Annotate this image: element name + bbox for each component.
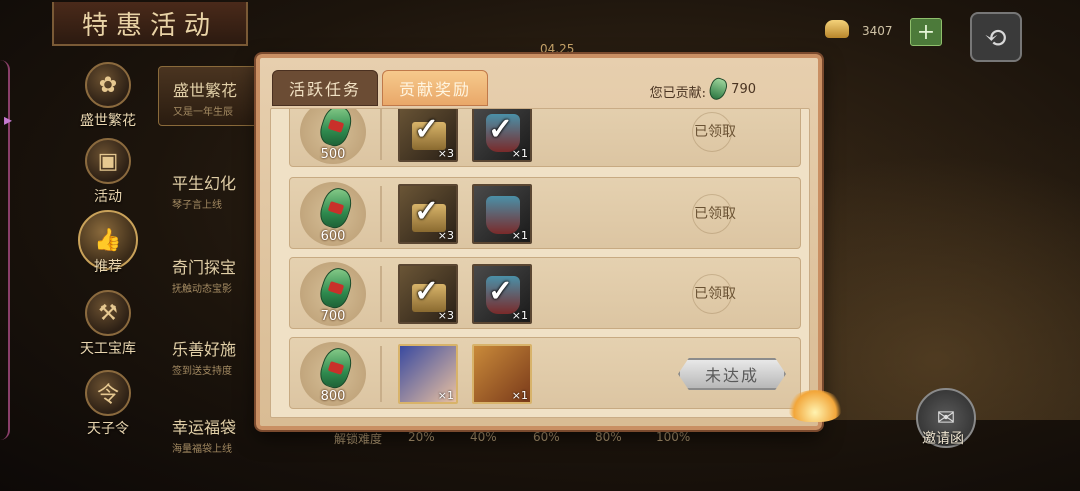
treasure-chest-icon[interactable]: ✓ ×3 xyxy=(398,184,458,244)
check-icon: ✓ xyxy=(414,274,440,309)
invite-label[interactable]: 邀请函 xyxy=(922,428,964,448)
sub-item-fudai[interactable]: 幸运福袋 海量福袋上线 xyxy=(158,404,268,464)
hero-portrait-icon[interactable]: ×1 xyxy=(472,344,532,404)
check-icon: ✓ xyxy=(414,112,440,147)
treasure-chest-icon[interactable]: ✓ ×3 xyxy=(398,109,458,162)
sub-item-desc: 签到送支持度 xyxy=(172,366,232,377)
sub-item-title: 盛世繁花 xyxy=(173,81,238,100)
nav-item-token[interactable]: 令 天子令 xyxy=(58,370,158,444)
contribution-value: 790 xyxy=(731,82,756,97)
medal-icon: 500 xyxy=(300,109,366,164)
sub-item-title: 幸运福袋 xyxy=(172,418,237,437)
sub-item-desc: 抚触动态宝影 xyxy=(172,284,232,295)
medal-icon: 800 xyxy=(300,342,366,406)
nav-item-shengshi[interactable]: ✿ 盛世繁花 xyxy=(58,62,158,136)
status-claimed: 已领取 xyxy=(670,194,760,234)
progress-label: 解锁难度 xyxy=(334,432,383,446)
reward-threshold: 700 xyxy=(320,309,346,324)
reward-row: 700 ✓ ×3 ✓ ×1 已领取 xyxy=(289,257,801,329)
jade-bottle-icon xyxy=(316,264,356,312)
reward-quantity: ×3 xyxy=(437,147,454,160)
reward-quantity: ×1 xyxy=(511,147,528,160)
sub-item-title: 平生幻化 xyxy=(172,174,237,193)
nav-item-label: 天子令 xyxy=(87,421,129,437)
status-claimed: 已领取 xyxy=(670,112,760,152)
tab-active-tasks[interactable]: 活跃任务 xyxy=(272,70,378,106)
peony-icon: ✿ xyxy=(85,62,131,108)
jade-bottle-icon xyxy=(316,109,356,150)
reward-quantity: ×3 xyxy=(437,309,454,322)
seal-icon xyxy=(692,194,732,234)
armor-icon[interactable]: ✓ ×1 xyxy=(472,109,532,162)
reward-row: 500 ✓ ×3 ✓ ×1 已领取 xyxy=(289,109,801,167)
check-icon: ✓ xyxy=(488,274,514,309)
page-title: 特惠活动 xyxy=(52,2,248,46)
nav-item-label: 盛世繁花 xyxy=(80,113,136,129)
seal-icon xyxy=(692,274,732,314)
tab-contribution-rewards[interactable]: 贡献奖励 xyxy=(382,70,488,106)
check-icon: ✓ xyxy=(414,194,440,229)
sub-item-shengshi[interactable]: 盛世繁花 又是一年生辰 xyxy=(158,66,268,126)
reward-threshold: 500 xyxy=(320,147,346,162)
sub-item-desc: 海量福袋上线 xyxy=(172,444,232,455)
add-currency-button[interactable]: + xyxy=(910,18,942,46)
divider xyxy=(380,346,382,402)
jade-bottle-icon xyxy=(316,344,356,392)
currency-value: 3407 xyxy=(862,24,893,38)
sub-item-title: 奇门探宝 xyxy=(172,258,237,277)
sub-item-qimen[interactable]: 奇门探宝 抚触动态宝影 xyxy=(158,244,268,304)
jade-bottle-icon xyxy=(706,75,730,103)
contribution-label: 您已贡献: xyxy=(649,86,706,101)
check-icon: ✓ xyxy=(488,112,514,147)
gift-icon: ▣ xyxy=(85,138,131,184)
progress-label: 80% xyxy=(595,430,622,444)
gold-ingot-icon xyxy=(825,20,849,38)
nav-item-activity[interactable]: ▣ 活动 xyxy=(58,138,158,212)
nav-item-recommend[interactable]: 👍 推荐 xyxy=(58,210,158,284)
reward-row: 600 ✓ ×3 ×1 已领取 xyxy=(289,177,801,249)
reward-quantity: ×1 xyxy=(437,389,454,402)
reward-list[interactable]: 500 ✓ ×3 ✓ ×1 已领取 600 ✓ ×3 ×1 已领取 700 ✓ … xyxy=(270,108,810,418)
medal-icon: 600 xyxy=(300,182,366,246)
reward-threshold: 800 xyxy=(320,389,346,404)
reward-quantity: ×1 xyxy=(511,229,528,242)
sub-item-title: 乐善好施 xyxy=(172,340,237,359)
nav-item-label: 推荐 xyxy=(94,259,122,275)
progress-label: 100% xyxy=(656,430,691,444)
lotus-decoration-icon xyxy=(788,390,842,422)
divider xyxy=(380,266,382,322)
token-icon: 令 xyxy=(85,370,131,416)
reward-quantity: ×3 xyxy=(437,229,454,242)
not-achieved-button[interactable]: 未达成 xyxy=(678,358,786,390)
sub-item-huanhua[interactable]: 平生幻化 琴子言上线 xyxy=(158,160,268,220)
hero-portrait-icon[interactable]: ×1 xyxy=(398,344,458,404)
expand-arrow-icon[interactable]: ▸ xyxy=(4,110,12,129)
nav-item-label: 天工宝库 xyxy=(80,341,136,357)
sub-item-leshan[interactable]: 乐善好施 签到送支持度 xyxy=(158,326,268,386)
seal-icon xyxy=(692,112,732,152)
progress-label: 40% xyxy=(470,430,497,444)
medal-icon: 700 xyxy=(300,262,366,326)
reward-quantity: ×1 xyxy=(511,309,528,322)
nav-item-treasure[interactable]: ⚒ 天工宝库 xyxy=(58,290,158,364)
progress-label: 20% xyxy=(408,430,435,444)
nav-item-label: 活动 xyxy=(94,189,122,205)
armor-icon[interactable]: ×1 xyxy=(472,184,532,244)
progress-label: 60% xyxy=(533,430,560,444)
contribution-reward-dialog: 活跃任务 贡献奖励 您已贡献: 790 500 ✓ ×3 ✓ ×1 已领取 60… xyxy=(256,54,822,430)
reward-row: 800 ×1 ×1 未达成 xyxy=(289,337,801,409)
reward-threshold: 600 xyxy=(320,229,346,244)
reward-quantity: ×1 xyxy=(511,389,528,402)
treasure-chest-icon[interactable]: ✓ ×3 xyxy=(398,264,458,324)
jade-bottle-icon xyxy=(316,184,356,232)
armor-icon[interactable]: ✓ ×1 xyxy=(472,264,532,324)
back-button[interactable]: ⟲ xyxy=(970,12,1022,62)
divider xyxy=(380,186,382,242)
status-claimed: 已领取 xyxy=(670,274,760,314)
treasure-icon: ⚒ xyxy=(85,290,131,336)
sub-item-desc: 琴子言上线 xyxy=(172,200,222,211)
divider xyxy=(380,109,382,160)
sub-item-desc: 又是一年生辰 xyxy=(173,107,233,118)
